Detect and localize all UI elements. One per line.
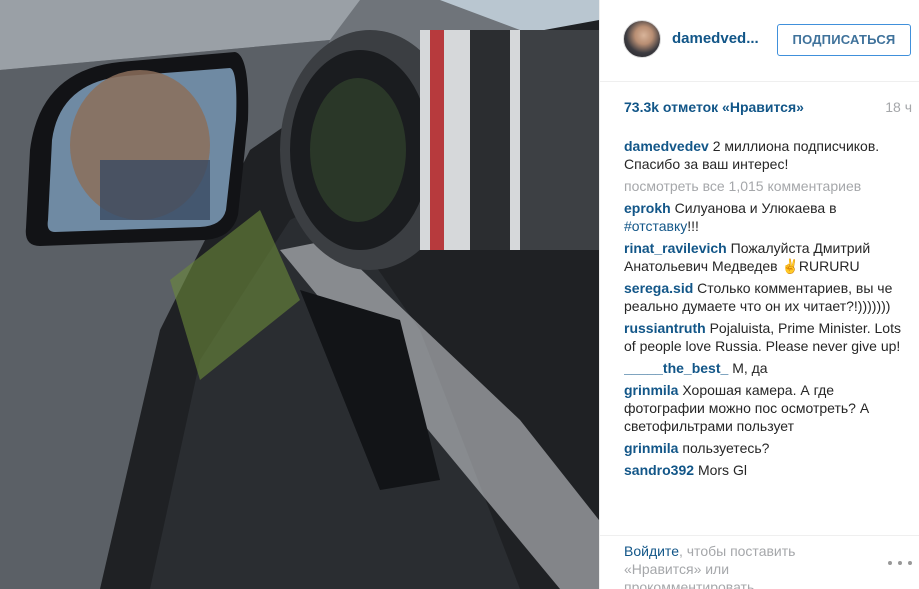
comment-text: М, да bbox=[732, 360, 768, 376]
comment-username[interactable]: grinmila bbox=[624, 382, 678, 398]
post-footer: Войдите, чтобы поставить «Нравится» или … bbox=[600, 535, 919, 589]
hashtag-link[interactable]: #отставку bbox=[624, 218, 687, 234]
list-item: grinmila Хорошая камера. А где фотографи… bbox=[624, 381, 908, 435]
likes-row: 73.3k отметок «Нравится» 18 ч bbox=[624, 99, 912, 119]
comment-text: пользуетесь? bbox=[682, 440, 770, 456]
more-horizontal-icon[interactable] bbox=[888, 558, 912, 568]
login-prompt: Войдите, чтобы поставить «Нравится» или … bbox=[624, 542, 844, 589]
more-dot bbox=[908, 561, 912, 565]
comment-username[interactable]: serega.sid bbox=[624, 280, 693, 296]
comment-username[interactable]: russiantruth bbox=[624, 320, 706, 336]
list-item: rinat_ravilevich Пожалуйста Дмитрий Анат… bbox=[624, 239, 908, 275]
follow-button[interactable]: ПОДПИСАТЬСЯ bbox=[777, 24, 911, 56]
post-side-panel: damedved... ПОДПИСАТЬСЯ 73.3k отметок «Н… bbox=[599, 0, 919, 589]
more-dot bbox=[898, 561, 902, 565]
header-username[interactable]: damedved... bbox=[672, 30, 762, 47]
caption-username[interactable]: damedvedev bbox=[624, 138, 709, 154]
login-link[interactable]: Войдите bbox=[624, 543, 679, 559]
list-item: serega.sid Столько комментариев, вы че р… bbox=[624, 279, 908, 315]
caption: damedvedev 2 миллиона подписчиков. Спаси… bbox=[624, 137, 908, 173]
list-item: eprokh Силуанова и Улюкаева в #отставку!… bbox=[624, 199, 908, 235]
more-dot bbox=[888, 561, 892, 565]
photo-illustration bbox=[0, 0, 599, 589]
comment-username[interactable]: eprokh bbox=[624, 200, 671, 216]
comment-username[interactable]: rinat_ravilevich bbox=[624, 240, 727, 256]
list-item: russiantruth Pojaluista, Prime Minister.… bbox=[624, 319, 908, 355]
comment-username[interactable]: grinmila bbox=[624, 440, 678, 456]
list-item: sandro392 Mors Gl bbox=[624, 461, 908, 479]
list-item: grinmila пользуетесь? bbox=[624, 439, 908, 457]
avatar[interactable] bbox=[623, 20, 661, 58]
post-photo bbox=[0, 0, 599, 589]
comment-username[interactable]: _____the_best_ bbox=[624, 360, 728, 376]
list-item: _____the_best_ М, да bbox=[624, 359, 908, 377]
post-header: damedved... ПОДПИСАТЬСЯ bbox=[600, 0, 919, 82]
likes-count[interactable]: 73.3k отметок «Нравится» bbox=[624, 99, 804, 115]
comments-list: damedvedev 2 миллиона подписчиков. Спаси… bbox=[624, 137, 908, 535]
comment-text: Силуанова и Улюкаева в bbox=[674, 200, 837, 216]
view-all-comments-link[interactable]: посмотреть все 1,015 комментариев bbox=[624, 177, 908, 195]
comment-text: Mors Gl bbox=[697, 462, 747, 478]
comment-text-tail: !!! bbox=[687, 218, 699, 234]
post-time[interactable]: 18 ч bbox=[885, 99, 912, 115]
comment-username[interactable]: sandro392 bbox=[624, 462, 694, 478]
